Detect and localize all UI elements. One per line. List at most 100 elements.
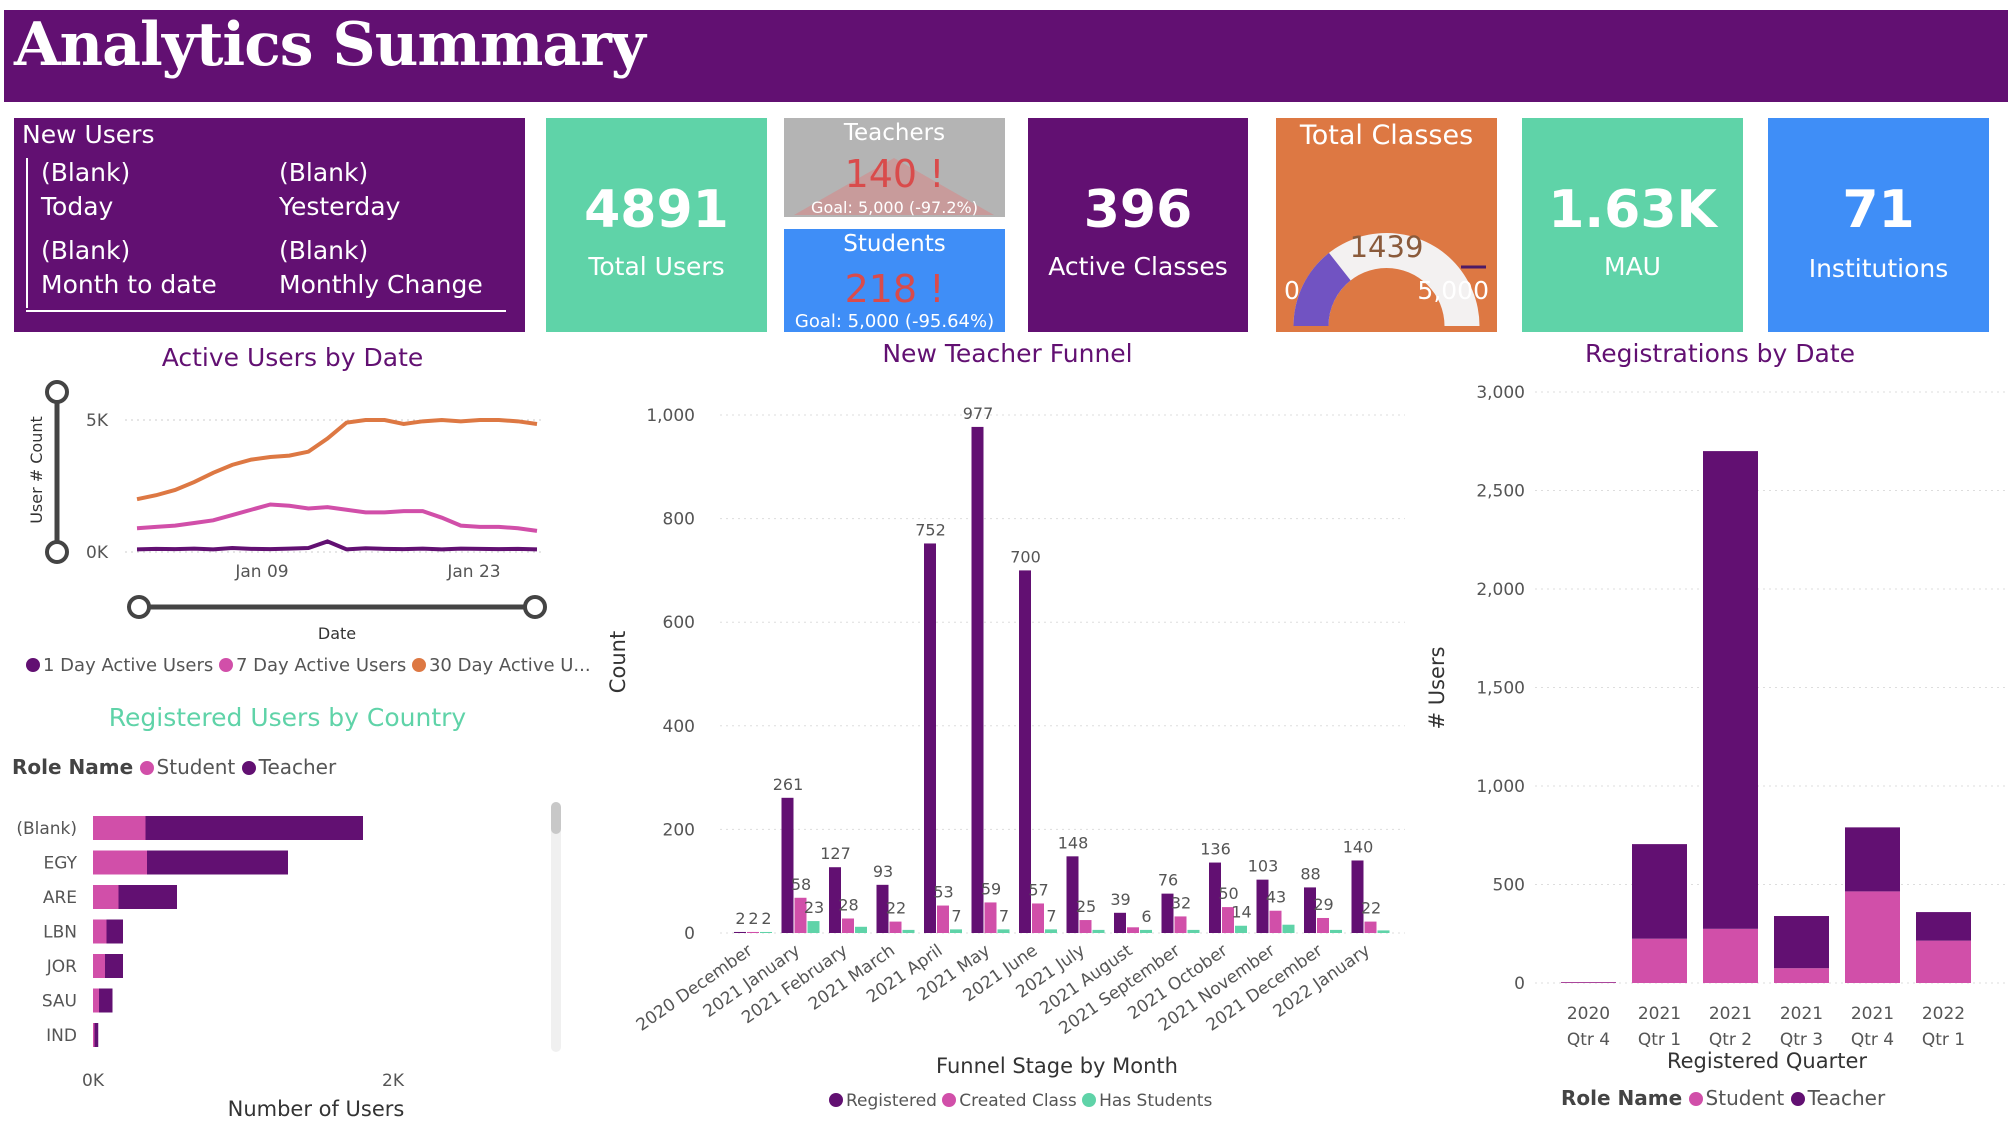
new-users-card[interactable]: New Users (Blank) Today (Blank) Yesterda… <box>14 118 525 332</box>
funnel-bar-has-students <box>902 929 915 933</box>
funnel-chart-title: New Teacher Funnel <box>882 339 1133 368</box>
funnel-bar-registered <box>1351 860 1364 933</box>
country-bar-student <box>93 954 105 978</box>
funnel-data-label: 14 <box>1231 903 1251 922</box>
funnel-data-label: 22 <box>886 899 906 918</box>
new-users-month-to-date: (Blank) Month to date <box>41 234 217 302</box>
registrations-bar-teacher <box>1703 451 1758 929</box>
registrations-xtick-quarter: Qtr 4 <box>1567 1030 1610 1050</box>
funnel-bar-created-class <box>842 918 854 933</box>
registrations-xtick-year: 2021 <box>1851 1004 1894 1024</box>
funnel-data-label: 140 <box>1343 837 1374 856</box>
country-scrollbar-track[interactable] <box>551 802 561 1052</box>
funnel-bar-registered <box>924 543 936 933</box>
active-users-ytick-5k: 5K <box>86 411 109 431</box>
funnel-bar-has-students <box>760 931 772 933</box>
registrations-chart-title: Registrations by Date <box>1584 339 1856 368</box>
funnel-bar-created-class <box>889 921 902 933</box>
legend-item-student[interactable]: Student <box>139 755 235 779</box>
registrations-ytick: 2,500 <box>1476 482 1525 502</box>
funnel-chart[interactable]: Count 02004006008001,000 2 2 22020 Decembe… <box>590 370 1410 1126</box>
registrations-chart[interactable]: # Users 0 500 1,000 1,500 2,000 2,500 3,000 20… <box>1420 370 2008 1090</box>
country-label: IND <box>46 1026 77 1046</box>
y-zoom-slider-bottom-handle[interactable] <box>45 540 69 564</box>
total-users-label: Total Users <box>588 252 725 281</box>
country-label: ARE <box>43 888 77 908</box>
active-users-ylabel: User # Count <box>27 416 46 524</box>
funnel-data-label: 39 <box>1110 890 1130 909</box>
registrations-bar-student <box>1632 938 1687 983</box>
registrations-xtick-quarter: Qtr 4 <box>1851 1030 1894 1050</box>
funnel-ytick: 600 <box>663 613 695 633</box>
teachers-card[interactable]: Teachers 140 ! Goal: 5,000 (-97.2%) <box>784 118 1005 217</box>
country-chart-title: Registered Users by Country <box>108 703 467 732</box>
country-bar-teacher <box>106 919 123 944</box>
country-bar-teacher <box>99 988 113 1013</box>
funnel-data-label: 43 <box>1266 888 1286 907</box>
country-bar-student <box>93 1023 95 1047</box>
funnel-data-label: 7 <box>999 906 1009 925</box>
funnel-bar-has-students <box>1377 930 1390 933</box>
total-classes-card[interactable]: Total Classes 1439 0 5,000 <box>1276 118 1497 332</box>
funnel-data-label: 148 <box>1058 833 1089 852</box>
registrations-bar-student <box>1774 968 1829 983</box>
new-users-mc-label: Monthly Change <box>279 270 483 299</box>
teachers-value: 140 ! <box>844 152 945 196</box>
country-label: EGY <box>44 854 78 874</box>
registrations-bar-teacher <box>1774 916 1829 969</box>
country-bar-student <box>93 816 146 840</box>
country-scrollbar-thumb[interactable] <box>551 802 561 834</box>
legend-item-teacher[interactable]: Teacher <box>1790 1086 1885 1110</box>
funnel-data-label: 127 <box>820 844 851 863</box>
registrations-legend: Role Name Student Teacher <box>1561 1086 1885 1110</box>
funnel-bar-created-class <box>1174 916 1187 933</box>
funnel-bar-created-class <box>1079 920 1092 933</box>
total-classes-value: 1439 <box>1349 230 1424 264</box>
funnel-bar-has-students <box>855 926 867 933</box>
legend-item-teacher[interactable]: Teacher <box>241 755 336 779</box>
funnel-bar-registered <box>1066 856 1079 933</box>
legend-item-1day[interactable]: 1 Day Active Users <box>26 655 213 676</box>
x-zoom-slider-right-handle[interactable] <box>523 595 547 619</box>
funnel-bar-created-class <box>1127 927 1139 933</box>
total-classes-max: 5,000 <box>1417 276 1489 305</box>
funnel-ytick: 0 <box>684 924 695 944</box>
new-users-mc-value: (Blank) <box>279 236 369 265</box>
registrations-ytick: 0 <box>1514 974 1525 994</box>
total-users-card[interactable]: 4891 Total Users <box>546 118 767 332</box>
legend-item-7day[interactable]: 7 Day Active Users <box>218 655 406 676</box>
legend-item-30day[interactable]: 30 Day Active U... <box>411 655 591 676</box>
funnel-bar-has-students <box>1282 924 1295 933</box>
students-card[interactable]: Students 218 ! Goal: 5,000 (-95.64%) <box>784 229 1005 332</box>
country-bar-teacher <box>147 850 288 875</box>
country-chart[interactable]: (Blank) EGY ARE LBN JOR SAU IND 0K 2K Number o… <box>0 790 580 1126</box>
funnel-data-label: 32 <box>1171 893 1191 912</box>
page-title: Analytics Summary <box>14 10 646 80</box>
country-label: (Blank) <box>16 819 77 839</box>
x-zoom-slider-left-handle[interactable] <box>127 595 151 619</box>
funnel-bar-created-class <box>937 905 949 933</box>
funnel-ytick: 200 <box>663 820 695 840</box>
registrations-bar-teacher <box>1916 912 1971 941</box>
legend-item-created-class[interactable]: Created Class <box>942 1091 1077 1111</box>
new-users-title: New Users <box>22 120 155 149</box>
mau-card[interactable]: 1.63K MAU <box>1522 118 1743 332</box>
series-line-1-day-active-users <box>136 539 538 552</box>
institutions-card[interactable]: 71 Institutions <box>1768 118 1989 332</box>
country-bar-student <box>93 850 147 875</box>
legend-item-has-students[interactable]: Has Students <box>1082 1091 1212 1111</box>
active-users-chart[interactable]: User # Count 5K 0K Jan 09 Jan 23 Date <box>0 360 580 680</box>
funnel-legend: Registered Created Class Has Students <box>829 1091 1212 1111</box>
legend-item-student[interactable]: Student <box>1688 1086 1784 1110</box>
new-users-today: (Blank) Today <box>41 156 130 224</box>
active-classes-card[interactable]: 396 Active Classes <box>1028 118 1248 332</box>
funnel-bar-created-class <box>747 931 759 933</box>
funnel-data-label: 59 <box>981 879 1001 898</box>
funnel-data-label: 58 <box>791 875 811 894</box>
legend-item-registered[interactable]: Registered <box>829 1091 937 1111</box>
funnel-data-label: 6 <box>1141 907 1151 926</box>
funnel-bar-has-students <box>1140 929 1152 933</box>
funnel-data-label: 2 <box>761 909 771 928</box>
new-users-monthly-change: (Blank) Monthly Change <box>279 234 483 302</box>
y-zoom-slider-top-handle[interactable] <box>45 380 69 404</box>
